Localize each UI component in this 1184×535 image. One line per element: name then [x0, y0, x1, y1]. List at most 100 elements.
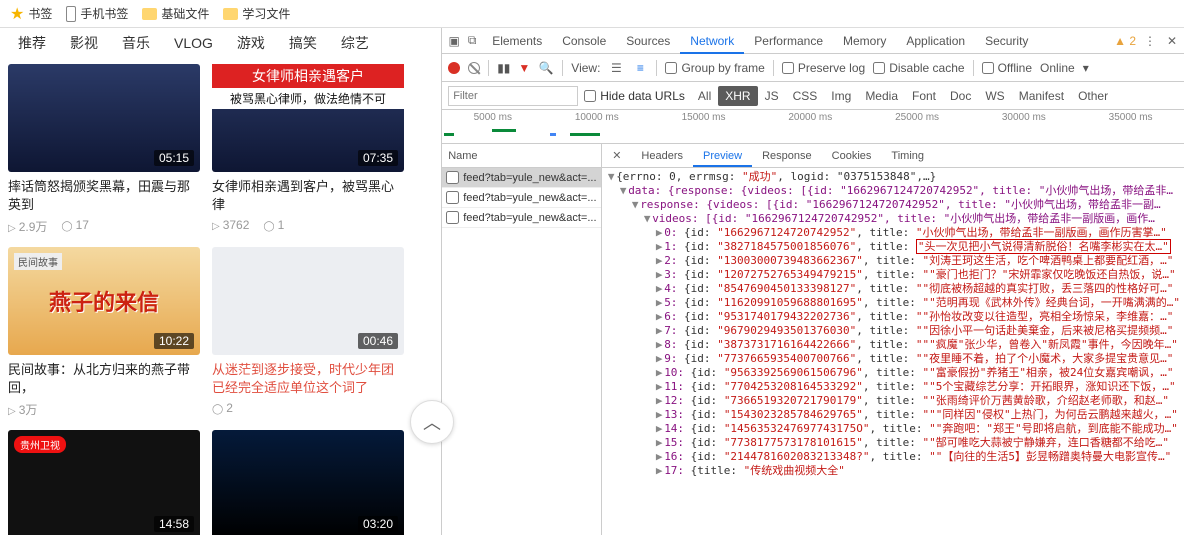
offline-toggle[interactable]: Offline [982, 61, 1032, 75]
video-duration: 03:20 [358, 516, 398, 532]
phone-icon [66, 6, 76, 22]
type-filter[interactable]: All [691, 86, 718, 106]
json-preview[interactable]: ▼{errno: 0, errmsg: "成功", logid: "037515… [602, 168, 1184, 535]
settings-icon[interactable]: ⋮ [1142, 33, 1158, 49]
video-title: 民间故事：从北方归来的燕子带回， [8, 361, 200, 397]
view-label: View: [571, 61, 600, 75]
preview-tab[interactable]: Headers [631, 147, 693, 165]
group-by-frame[interactable]: Group by frame [665, 61, 764, 75]
devtools-tab[interactable]: Console [552, 30, 616, 52]
video-card[interactable]: 女律师相亲遇客户被骂黑心律师，做法绝情不可07:35 女律师相亲遇到客户，被骂黑心… [212, 64, 404, 235]
type-filter[interactable]: CSS [786, 86, 825, 106]
video-card[interactable]: 贵州卫视14:58美女节目挽留前男友，6年感情说散11万240 [8, 430, 200, 535]
request-detail: ✕ HeadersPreviewResponseCookiesTiming ▼{… [602, 144, 1184, 535]
video-duration: 14:58 [154, 516, 194, 532]
category-nav: 推荐 影视 音乐 VLOG 游戏 搞笑 综艺 [0, 28, 441, 58]
video-duration: 07:35 [358, 150, 398, 166]
preview-tab[interactable]: Cookies [822, 147, 882, 165]
type-filter[interactable]: Media [858, 86, 905, 106]
device-icon[interactable]: ⧉ [464, 33, 480, 49]
view-large-icon[interactable]: ≡ [632, 60, 648, 76]
scroll-top-button[interactable]: ︿ [410, 400, 454, 444]
video-thumbnail[interactable]: 燕子的来信民间故事10:22 [8, 247, 200, 355]
video-meta: 3万 [8, 401, 200, 418]
disable-cache[interactable]: Disable cache [873, 61, 964, 75]
preview-tab[interactable]: Timing [881, 147, 934, 165]
bookmark-folder-2[interactable]: 学习文件 [223, 5, 290, 22]
preview-tabs: ✕ HeadersPreviewResponseCookiesTiming [602, 144, 1184, 168]
devtools-tab[interactable]: Network [680, 30, 744, 54]
filter-input[interactable] [448, 86, 578, 106]
type-filter[interactable]: JS [758, 86, 786, 106]
video-duration: 10:22 [154, 333, 194, 349]
type-filter[interactable]: XHR [718, 86, 757, 106]
request-row[interactable]: feed?tab=yule_new&act=... [442, 188, 601, 208]
devtools-tab[interactable]: Elements [482, 30, 552, 52]
network-timeline[interactable]: 5000 ms10000 ms15000 ms20000 ms25000 ms3… [442, 110, 1184, 144]
type-filter[interactable]: Img [824, 86, 858, 106]
devtools-panel: ▣ ⧉ ElementsConsoleSourcesNetworkPerform… [441, 28, 1184, 535]
video-card[interactable]: 05:15摔话筒怒揭颁奖黑幕，田震与那英到2.9万17 [8, 64, 200, 235]
video-thumbnail[interactable]: 05:15 [8, 64, 200, 172]
bookmarks-bar: ★书签 手机书签 基础文件 学习文件 [0, 0, 1184, 28]
nav-item[interactable]: 游戏 [237, 33, 265, 53]
nav-item[interactable]: 音乐 [122, 33, 150, 53]
nav-item[interactable]: 影视 [70, 33, 98, 53]
bookmark-phone[interactable]: 手机书签 [66, 5, 128, 22]
bookmark-folder-1[interactable]: 基础文件 [142, 5, 209, 22]
devtools-tab[interactable]: Sources [616, 30, 680, 52]
video-title: 从迷茫到逐步接受，时代少年团已经完全适应单位这个词了 [212, 361, 404, 397]
nav-item[interactable]: VLOG [174, 35, 213, 51]
view-list-icon[interactable]: ☰ [608, 60, 624, 76]
request-row[interactable]: feed?tab=yule_new&act=... [442, 168, 601, 188]
preserve-log[interactable]: Preserve log [782, 61, 865, 75]
hide-data-urls[interactable]: Hide data URLs [584, 89, 685, 103]
video-grid: 05:15摔话筒怒揭颁奖黑幕，田震与那英到2.9万17女律师相亲遇客户被骂黑心律… [0, 58, 441, 535]
screenshot-icon[interactable]: ▮▮ [497, 61, 510, 75]
devtools-tab[interactable]: Performance [744, 30, 833, 52]
devtools-tab[interactable]: Memory [833, 30, 896, 52]
video-title: 女律师相亲遇到客户，被骂黑心律 [212, 178, 404, 214]
filter-icon[interactable]: ▼ [518, 61, 530, 75]
search-icon[interactable]: 🔍 [538, 60, 554, 76]
throttle-select[interactable]: Online [1040, 61, 1075, 75]
chevron-up-icon: ︿ [423, 409, 441, 435]
folder-icon [142, 8, 157, 20]
clear-button[interactable] [468, 62, 480, 74]
record-button[interactable] [448, 62, 460, 74]
preview-tab[interactable]: Preview [693, 147, 752, 167]
preview-tab[interactable]: Response [752, 147, 822, 165]
video-card[interactable]: 燕子的来信民间故事10:22 民间故事：从北方归来的燕子带回， 3万 [8, 247, 200, 418]
folder-icon [223, 8, 238, 20]
devtools-tab[interactable]: Security [975, 30, 1038, 52]
video-card[interactable]: 03:20朱媛媛曝梁冠华太闹腾，爱吓唬人，1 6万 [212, 430, 404, 535]
video-thumbnail[interactable]: 03:20 [212, 430, 404, 535]
bookmarks-label: 书签 [28, 5, 52, 22]
video-thumbnail[interactable]: 00:46 [212, 247, 404, 355]
request-list-header: Name [442, 144, 601, 168]
nav-item[interactable]: 推荐 [18, 33, 46, 53]
video-thumbnail[interactable]: 贵州卫视14:58 [8, 430, 200, 535]
video-title: 摔话筒怒揭颁奖黑幕，田震与那英到 [8, 178, 200, 214]
video-thumbnail[interactable]: 女律师相亲遇客户被骂黑心律师，做法绝情不可07:35 [212, 64, 404, 172]
type-filter[interactable]: Manifest [1012, 86, 1071, 106]
bookmarks-star[interactable]: ★书签 [10, 4, 52, 24]
devtools-tabs: ▣ ⧉ ElementsConsoleSourcesNetworkPerform… [442, 28, 1184, 54]
video-card[interactable]: 00:46 从迷茫到逐步接受，时代少年团已经完全适应单位这个词了 2 [212, 247, 404, 418]
nav-item[interactable]: 搞笑 [289, 33, 317, 53]
inspect-icon[interactable]: ▣ [446, 33, 462, 49]
chevron-down-icon[interactable]: ▾ [1083, 61, 1089, 75]
type-filter[interactable]: Doc [943, 86, 978, 106]
type-filter[interactable]: Font [905, 86, 943, 106]
type-filter[interactable]: WS [978, 86, 1011, 106]
request-row[interactable]: feed?tab=yule_new&act=... [442, 208, 601, 228]
warning-badge[interactable]: ▲ 2 [1114, 34, 1136, 48]
page-content: 推荐影视音乐VLOG游戏搞笑综艺 05:15摔话筒怒揭颁奖黑幕，田震与那英到2.… [0, 28, 441, 535]
close-detail[interactable]: ✕ [606, 149, 627, 162]
star-icon: ★ [10, 4, 24, 24]
nav-item[interactable]: 综艺 [341, 33, 369, 53]
video-meta: 2 [212, 401, 404, 415]
close-icon[interactable]: ✕ [1164, 33, 1180, 49]
type-filter[interactable]: Other [1071, 86, 1115, 106]
devtools-tab[interactable]: Application [896, 30, 975, 52]
